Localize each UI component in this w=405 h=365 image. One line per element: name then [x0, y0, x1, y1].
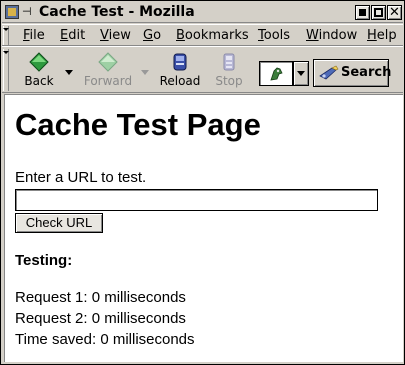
back-history-dropdown[interactable]	[65, 70, 74, 76]
stop-button[interactable]: Stop	[211, 51, 247, 91]
menu-bar: File Edit View Go Bookmarks Tools Window…	[2, 24, 403, 46]
forward-button[interactable]: Forward	[80, 51, 136, 91]
menu-bookmarks[interactable]: Bookmarks	[176, 27, 249, 45]
maximize-button[interactable]	[371, 5, 386, 20]
window-menu-icon[interactable]	[5, 5, 19, 19]
window-title: Cache Test - Mozilla	[39, 4, 195, 20]
reload-icon	[173, 53, 187, 71]
back-button[interactable]: Back	[20, 51, 58, 91]
menu-go[interactable]: Go	[143, 27, 161, 45]
toolbar-grip-handle[interactable]	[3, 49, 9, 91]
result-row-request-2: Request 2: 0 milliseconds	[15, 310, 186, 328]
title-bar[interactable]: ⊣ Cache Test - Mozilla ✕	[2, 2, 403, 23]
forward-label: Forward	[83, 74, 133, 88]
result-row-request-1: Request 1: 0 milliseconds	[15, 289, 186, 307]
result-label: Request 1:	[15, 289, 88, 306]
result-label: Time saved:	[15, 331, 97, 348]
forward-history-dropdown[interactable]	[141, 70, 150, 76]
result-value: 0 milliseconds	[100, 331, 195, 348]
result-row-time-saved: Time saved: 0 milliseconds	[15, 331, 195, 349]
page-heading: Cache Test Page	[15, 107, 261, 142]
menu-file[interactable]: File	[23, 27, 45, 45]
menu-edit[interactable]: Edit	[60, 27, 85, 45]
menubar-grip-handle[interactable]	[3, 26, 9, 45]
search-button[interactable]: Search	[313, 59, 392, 87]
location-dropdown-button[interactable]	[293, 61, 309, 86]
browser-window: ⊣ Cache Test - Mozilla ✕ File Edit View …	[0, 0, 405, 365]
back-label: Back	[24, 74, 54, 88]
url-prompt: Enter a URL to test.	[15, 169, 147, 186]
reload-label: Reload	[159, 74, 201, 88]
minimize-button[interactable]	[355, 5, 370, 20]
result-value: 0 milliseconds	[91, 310, 186, 327]
forward-arrow-icon	[98, 52, 118, 72]
menu-tools[interactable]: Tools	[258, 27, 290, 45]
close-icon: ✕	[389, 5, 400, 20]
menu-help[interactable]: Help	[367, 27, 397, 45]
throbber-box[interactable]	[259, 61, 293, 86]
back-arrow-icon	[29, 52, 49, 72]
result-value: 0 milliseconds	[91, 289, 186, 306]
page-content: Cache Test Page Enter a URL to test. Che…	[4, 94, 403, 362]
result-label: Request 2:	[15, 310, 88, 327]
menu-view[interactable]: View	[100, 27, 131, 45]
menu-window[interactable]: Window	[306, 27, 357, 45]
pin-icon[interactable]: ⊣	[22, 4, 36, 20]
navigation-toolbar: Back Forward Reload Stop Search	[2, 46, 403, 93]
stop-icon	[223, 53, 235, 71]
search-label: Search	[341, 65, 392, 80]
search-icon	[319, 65, 339, 80]
url-input[interactable]	[15, 189, 378, 211]
reload-button[interactable]: Reload	[157, 51, 203, 91]
stop-label: Stop	[215, 74, 243, 88]
mozilla-throbber-icon	[270, 67, 283, 81]
close-button[interactable]: ✕	[387, 5, 402, 20]
testing-heading: Testing:	[15, 252, 73, 269]
check-url-button[interactable]: Check URL	[15, 213, 103, 233]
